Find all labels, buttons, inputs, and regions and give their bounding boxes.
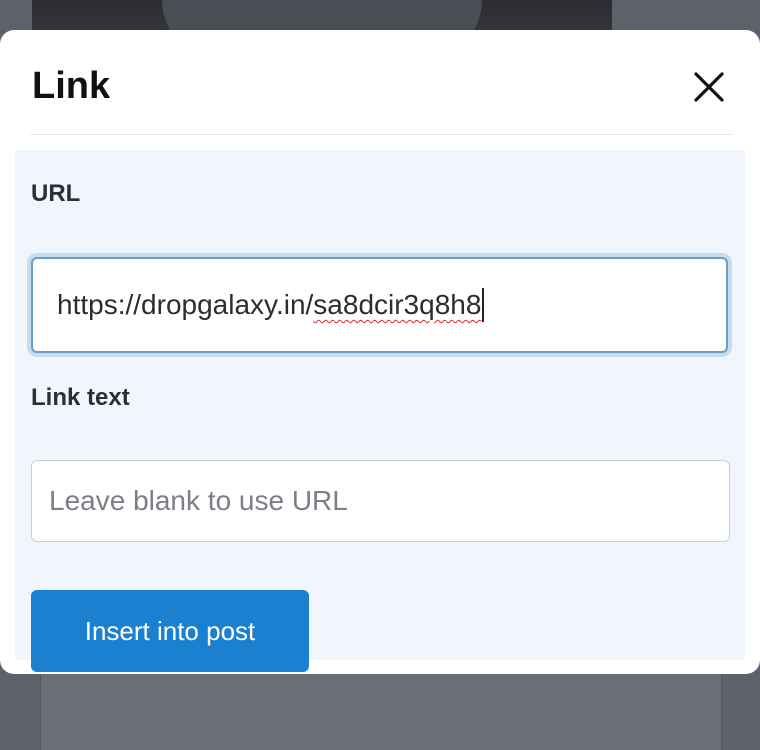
link-text-input[interactable] bbox=[31, 460, 730, 542]
link-text-label: Link text bbox=[31, 384, 130, 411]
close-icon bbox=[694, 72, 724, 102]
url-value-suffix: sa8dcir3q8h8 bbox=[313, 289, 482, 320]
url-value-prefix: https://dropgalaxy.in/ bbox=[57, 289, 314, 320]
link-dialog: Link URL https://dropgalaxy.in/sa8dcir3q… bbox=[0, 30, 760, 674]
dialog-title: Link bbox=[32, 65, 111, 107]
close-button[interactable] bbox=[688, 66, 730, 108]
text-caret bbox=[482, 288, 485, 322]
url-label: URL bbox=[31, 180, 81, 207]
url-input[interactable]: https://dropgalaxy.in/sa8dcir3q8h8 bbox=[31, 257, 728, 353]
insert-into-post-button[interactable]: Insert into post bbox=[31, 590, 309, 672]
dialog-body: URL https://dropgalaxy.in/sa8dcir3q8h8 L… bbox=[15, 150, 745, 672]
dialog-header: Link bbox=[30, 30, 732, 135]
